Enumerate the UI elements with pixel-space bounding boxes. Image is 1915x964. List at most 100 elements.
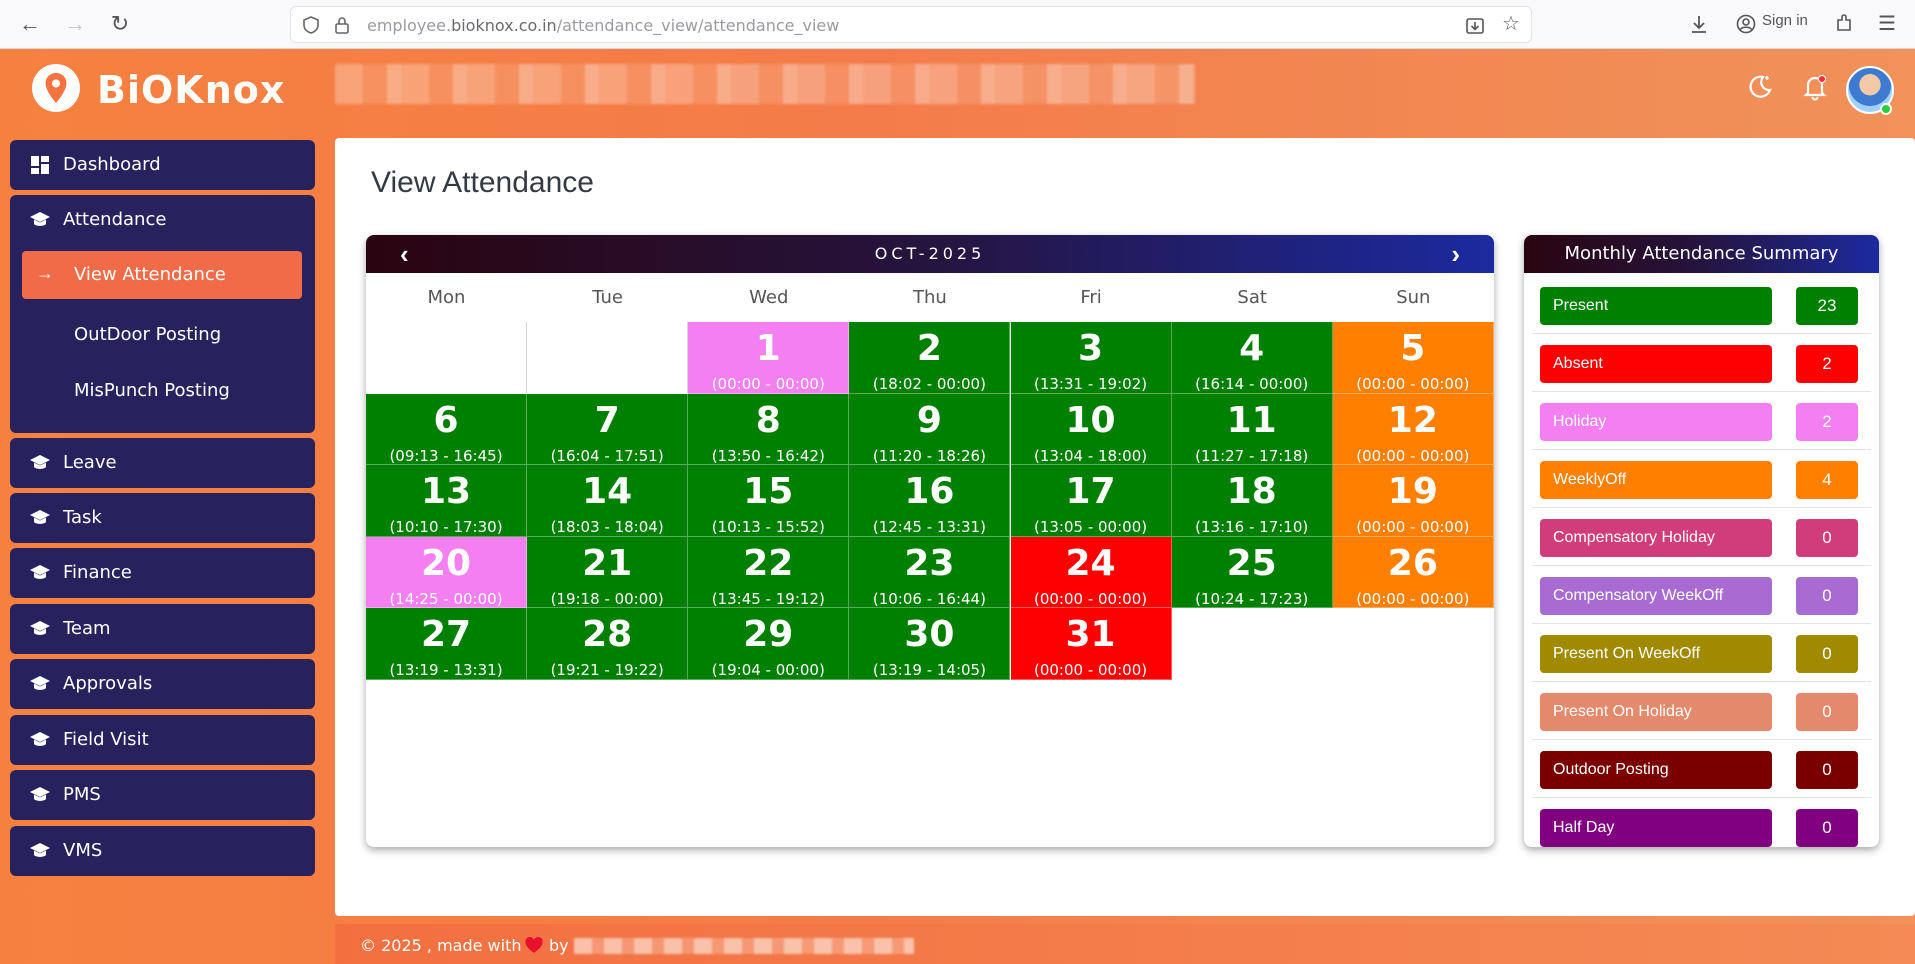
calendar-day-weeklyoff[interactable]: 12 (00:00 - 00:00) (1332, 393, 1494, 465)
calendar-day-present[interactable]: 16 (12:45 - 13:31) (849, 465, 1011, 537)
calendar-day-present[interactable]: 22 (13:45 - 19:12) (688, 536, 850, 608)
sidebar-item-task[interactable]: Task (10, 493, 315, 543)
theme-toggle-icon[interactable] (1745, 72, 1775, 102)
sidebar-group-attendance: Attendance → View Attendance OutDoor Pos… (10, 195, 315, 433)
day-number: 22 (743, 542, 794, 584)
calendar-day-present[interactable]: 21 (19:18 - 00:00) (527, 536, 689, 608)
summary-count-badge: 0 (1796, 577, 1858, 615)
sidebar-item-dashboard[interactable]: Dashboard (10, 140, 315, 190)
calendar-day-present[interactable]: 6 (09:13 - 16:45) (366, 393, 527, 465)
summary-count-badge: 0 (1796, 635, 1858, 673)
calendar-day-present[interactable]: 7 (16:04 - 17:51) (527, 393, 689, 465)
punch-time-range: (19:21 - 19:22) (550, 661, 664, 679)
punch-time-range: (00:00 - 00:00) (711, 375, 825, 393)
calendar-day-present[interactable]: 15 (10:13 - 15:52) (688, 465, 850, 537)
sidebar-subitem-outdoor-posting[interactable]: OutDoor Posting (74, 324, 221, 345)
account-icon[interactable] (1736, 14, 1756, 34)
back-icon[interactable]: ← (16, 10, 44, 38)
url-text[interactable]: employee.bioknox.co.in/attendance_view/a… (367, 16, 839, 35)
punch-time-range: (13:31 - 19:02) (1033, 375, 1148, 393)
punch-time-range: (13:16 - 17:10) (1195, 518, 1309, 536)
calendar-day-present[interactable]: 18 (13:16 - 17:10) (1171, 465, 1333, 537)
calendar-empty-cell (527, 322, 689, 394)
sidebar-item-finance[interactable]: Finance (10, 548, 315, 598)
calendar-day-weeklyoff[interactable]: 5 (00:00 - 00:00) (1332, 322, 1494, 394)
graduation-cap-icon (30, 787, 50, 801)
redacted-header-text (335, 64, 1195, 104)
sidebar-item-leave[interactable]: Leave (10, 438, 315, 488)
monthly-attendance-summary: Monthly Attendance Summary Present 23 Abse… (1524, 235, 1879, 847)
address-bar[interactable]: employee.bioknox.co.in/attendance_view/a… (290, 6, 1532, 43)
punch-time-range: (10:24 - 17:23) (1195, 589, 1309, 608)
sidebar-item-vms[interactable]: VMS (10, 826, 315, 876)
punch-time-range: (14:25 - 00:00) (389, 589, 503, 608)
calendar-day-present[interactable]: 28 (19:21 - 19:22) (527, 608, 689, 680)
sidebar-item-team[interactable]: Team (10, 604, 315, 654)
day-number: 24 (1065, 542, 1116, 584)
redacted-footer-text (574, 938, 914, 954)
sidebar-subitem-mispunch-posting[interactable]: MisPunch Posting (74, 380, 230, 401)
sidebar-subitem-view-attendance[interactable]: → View Attendance (22, 251, 302, 299)
sidebar-item-field-visit[interactable]: Field Visit (10, 715, 315, 765)
calendar-day-present[interactable]: 25 (10:24 - 17:23) (1171, 536, 1333, 608)
day-number: 14 (582, 471, 633, 512)
calendar-day-present[interactable]: 30 (13:19 - 14:05) (849, 608, 1011, 680)
summary-status-label: Present (1540, 287, 1772, 325)
app-logo-text[interactable]: BiOKnox (97, 68, 285, 112)
calendar-day-present[interactable]: 14 (18:03 - 18:04) (527, 465, 689, 537)
calendar-day-absent[interactable]: 24 (00:00 - 00:00) (1010, 536, 1172, 608)
bell-icon[interactable] (1800, 72, 1830, 102)
summary-count-badge: 0 (1796, 751, 1858, 789)
signin-button[interactable]: Sign in (1762, 12, 1808, 29)
day-number: 27 (420, 614, 472, 655)
summary-count-badge: 0 (1796, 693, 1858, 731)
shield-icon[interactable] (301, 15, 321, 35)
sidebar-item-attendance[interactable]: Attendance (10, 195, 315, 245)
save-page-icon[interactable] (1465, 16, 1485, 36)
menu-icon[interactable]: ☰ (1878, 12, 1896, 36)
calendar-day-present[interactable]: 10 (13:04 - 18:00) (1010, 393, 1172, 465)
sidebar-item-label: Attendance (63, 209, 167, 230)
lock-icon[interactable] (333, 15, 351, 35)
day-number: 6 (433, 399, 459, 441)
arrow-right-icon: → (36, 263, 54, 283)
calendar-day-present[interactable]: 29 (19:04 - 00:00) (688, 608, 850, 680)
calendar-day-absent[interactable]: 31 (00:00 - 00:00) (1010, 608, 1172, 680)
bookmark-star-icon[interactable]: ☆ (1501, 14, 1521, 34)
extensions-icon[interactable] (1834, 12, 1854, 36)
calendar-day-weeklyoff[interactable]: 19 (00:00 - 00:00) (1332, 465, 1494, 537)
calendar-day-present[interactable]: 2 (18:02 - 00:00) (849, 322, 1011, 394)
forward-icon[interactable]: → (61, 10, 89, 38)
calendar-day-present[interactable]: 4 (16:14 - 00:00) (1171, 322, 1333, 394)
punch-time-range: (13:19 - 13:31) (389, 661, 503, 679)
sidebar-item-approvals[interactable]: Approvals (10, 659, 315, 709)
sidebar-item-pms[interactable]: PMS (10, 770, 315, 820)
calendar-day-holiday[interactable]: 20 (14:25 - 00:00) (366, 536, 527, 608)
calendar-day-present[interactable]: 23 (10:06 - 16:44) (849, 536, 1011, 608)
summary-count-badge: 23 (1796, 287, 1858, 325)
calendar-day-present[interactable]: 17 (13:05 - 00:00) (1010, 465, 1172, 537)
downloads-icon[interactable] (1688, 12, 1710, 36)
summary-row: Present On Holiday 0 (1532, 682, 1871, 740)
punch-time-range: (00:00 - 00:00) (1356, 446, 1470, 465)
calendar-day-present[interactable]: 13 (10:10 - 17:30) (366, 465, 527, 537)
reload-icon[interactable]: ↻ (106, 10, 134, 38)
calendar-day-holiday[interactable]: 1 (00:00 - 00:00) (688, 322, 850, 394)
calendar-day-weeklyoff[interactable]: 26 (00:00 - 00:00) (1332, 536, 1494, 608)
punch-time-range: (00:00 - 00:00) (1356, 375, 1470, 393)
summary-count-badge: 2 (1796, 403, 1858, 441)
calendar-day-present[interactable]: 27 (13:19 - 13:31) (366, 608, 527, 680)
chevron-right-icon[interactable]: › (1451, 239, 1460, 270)
summary-status-label: WeeklyOff (1540, 461, 1772, 499)
day-number: 19 (1387, 471, 1438, 512)
summary-count-badge: 0 (1796, 809, 1858, 847)
calendar-day-present[interactable]: 11 (11:27 - 17:18) (1171, 393, 1333, 465)
day-number: 18 (1226, 471, 1277, 512)
calendar-day-present[interactable]: 3 (13:31 - 19:02) (1010, 322, 1172, 394)
punch-time-range: (00:00 - 00:00) (1356, 518, 1470, 536)
calendar-day-present[interactable]: 9 (11:20 - 18:26) (849, 393, 1011, 465)
calendar-day-present[interactable]: 8 (13:50 - 16:42) (688, 393, 850, 465)
summary-status-label: Holiday (1540, 403, 1772, 441)
day-number: 5 (1400, 328, 1426, 369)
graduation-cap-icon (30, 676, 50, 690)
